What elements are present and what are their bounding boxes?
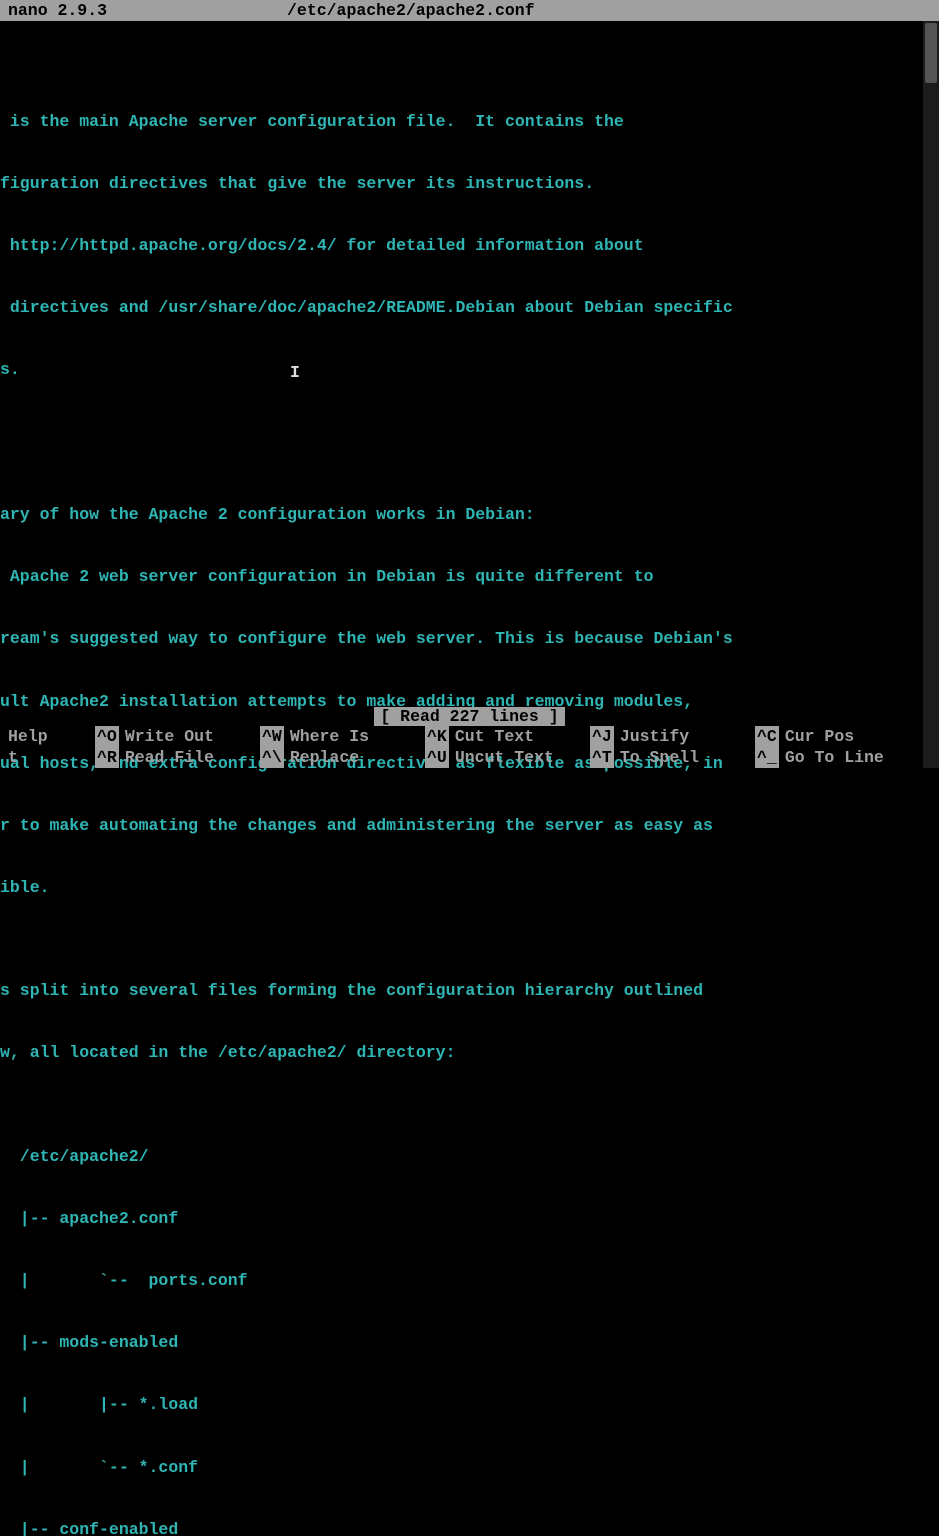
file-line: ary of how the Apache 2 configuration wo… [0, 505, 939, 526]
file-line: ream's suggested way to configure the we… [0, 629, 939, 650]
file-line: | `-- *.conf [0, 1458, 939, 1479]
shortcut-exit[interactable]: t [0, 747, 95, 768]
scroll-thumb[interactable] [925, 23, 937, 83]
shortcut-justify[interactable]: ^JJustify [590, 726, 755, 747]
app-name: nano 2.9.3 [8, 0, 107, 21]
shortcut-uncut[interactable]: ^UUncut Text [425, 747, 590, 768]
status-line: [ Read 227 lines ] [0, 707, 939, 726]
shortcut-help[interactable]: Help [0, 726, 95, 747]
shortcut-replace[interactable]: ^\Replace [260, 747, 425, 768]
title-bar: nano 2.9.3 /etc/apache2/apache2.conf [0, 0, 939, 21]
status-text: [ Read 227 lines ] [374, 707, 564, 726]
text-cursor: I [290, 363, 300, 384]
file-line: | `-- ports.conf [0, 1271, 939, 1292]
file-line: Apache 2 web server configuration in Deb… [0, 567, 939, 588]
shortcut-curpos[interactable]: ^CCur Pos [755, 726, 920, 747]
file-line: ible. [0, 878, 939, 899]
file-line: r to make automating the changes and adm… [0, 816, 939, 837]
shortcut-tospell[interactable]: ^TTo Spell [590, 747, 755, 768]
shortcut-writeout[interactable]: ^OWrite Out [95, 726, 260, 747]
file-line: |-- conf-enabled [0, 1520, 939, 1536]
shortcut-whereis[interactable]: ^WWhere Is [260, 726, 425, 747]
file-line: figuration directives that give the serv… [0, 174, 939, 195]
file-line: is the main Apache server configuration … [0, 112, 939, 133]
file-line: w, all located in the /etc/apache2/ dire… [0, 1043, 939, 1064]
file-line: |-- mods-enabled [0, 1333, 939, 1354]
shortcut-bar: Help ^OWrite Out ^WWhere Is ^KCut Text ^… [0, 726, 923, 768]
file-line: s split into several files forming the c… [0, 981, 939, 1002]
file-line: |-- apache2.conf [0, 1209, 939, 1230]
file-line: | |-- *.load [0, 1395, 939, 1416]
file-path: /etc/apache2/apache2.conf [287, 0, 535, 21]
scrollbar[interactable] [923, 21, 939, 768]
shortcut-cut[interactable]: ^KCut Text [425, 726, 590, 747]
shortcut-readfile[interactable]: ^RRead File [95, 747, 260, 768]
file-line: directives and /usr/share/doc/apache2/RE… [0, 298, 939, 319]
file-line: /etc/apache2/ [0, 1147, 939, 1168]
shortcut-gotoline[interactable]: ^_Go To Line [755, 747, 920, 768]
file-line: s. [0, 360, 939, 381]
editor-viewport[interactable]: is the main Apache server configuration … [0, 21, 939, 1536]
file-line: http://httpd.apache.org/docs/2.4/ for de… [0, 236, 939, 257]
